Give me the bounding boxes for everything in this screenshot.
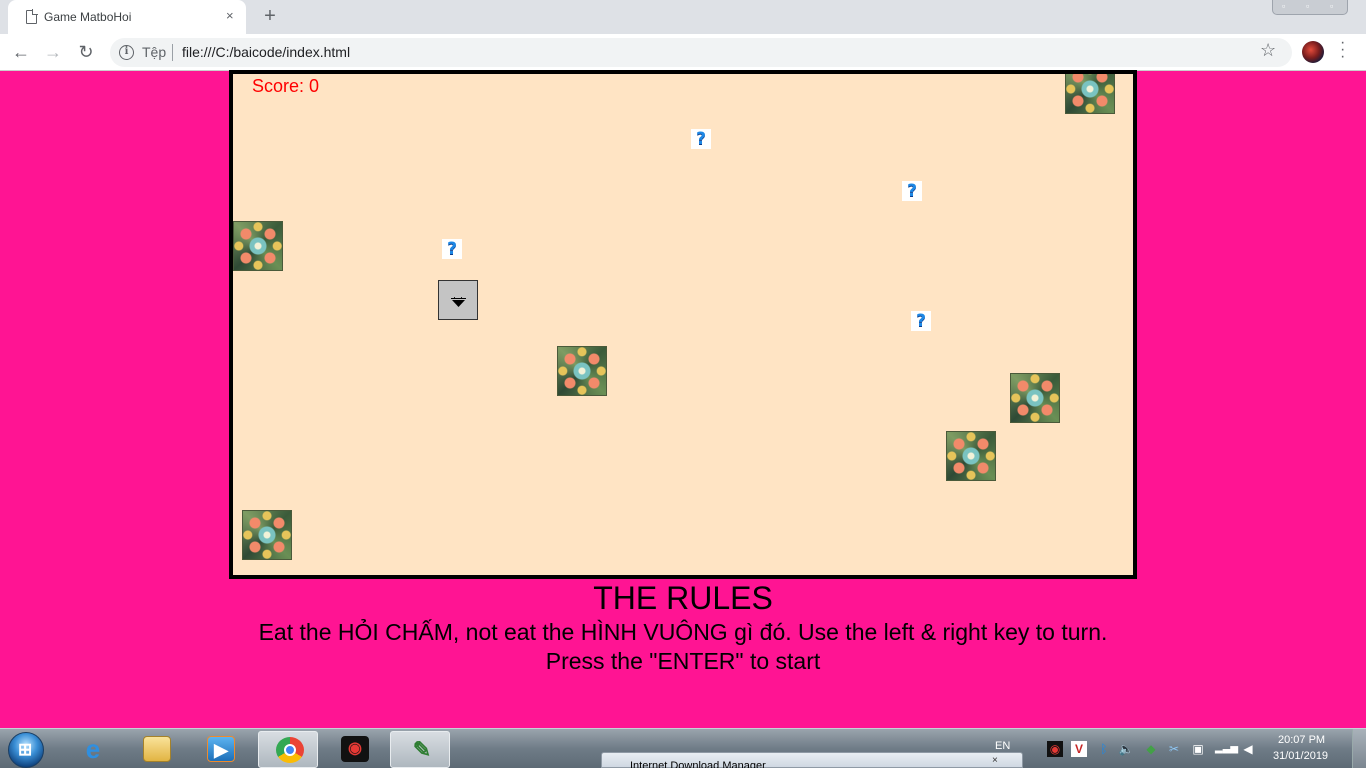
garena-tray-icon[interactable]: ◉ xyxy=(1047,741,1063,757)
game-board[interactable]: Score: 0 ? ? ? ? ·· xyxy=(229,70,1137,579)
usb-icon[interactable]: ▣ xyxy=(1190,741,1206,757)
chrome-icon-center xyxy=(284,744,296,756)
rules-line-2: Press the "ENTER" to start xyxy=(545,648,821,674)
maximize-icon[interactable]: ▫ xyxy=(1306,1,1309,11)
internet-explorer-button[interactable]: e xyxy=(62,731,122,768)
reload-icon[interactable]: ↻ xyxy=(74,40,98,64)
player-character: ·· xyxy=(438,280,478,320)
tools-tray-icon[interactable]: ✂ xyxy=(1166,741,1182,757)
address-bar[interactable]: i Tệp file:///C:/baicode/index.html ☆ xyxy=(110,38,1292,67)
browser-tabstrip: Game MatboHoi × + ▫ ▫ ▫ xyxy=(0,0,1366,34)
question-mark-item: ? xyxy=(442,239,462,259)
speaker-icon[interactable]: 🔈 xyxy=(1118,741,1134,757)
window-controls[interactable]: ▫ ▫ ▫ xyxy=(1272,0,1348,15)
garena-icon: ◉ xyxy=(341,736,369,762)
garena-button[interactable]: ◉ xyxy=(324,731,384,768)
star-icon[interactable]: ☆ xyxy=(1260,40,1276,61)
tool-button[interactable]: ✎ xyxy=(390,731,450,768)
browser-tab[interactable]: Game MatboHoi × xyxy=(8,0,246,34)
browser-toolbar: ← → ↻ i Tệp file:///C:/baicode/index.htm… xyxy=(0,34,1366,71)
question-mark-item: ? xyxy=(691,129,711,149)
file-explorer-button[interactable] xyxy=(126,731,186,768)
close-window-icon[interactable]: ▫ xyxy=(1330,1,1333,11)
origin-chip[interactable]: Tệp xyxy=(142,44,166,60)
volume-icon[interactable]: ◀ xyxy=(1240,741,1256,757)
url-text[interactable]: file:///C:/baicode/index.html xyxy=(182,44,350,60)
antivirus-icon[interactable]: V xyxy=(1071,741,1087,757)
internet-explorer-icon: e xyxy=(85,734,101,764)
forward-icon[interactable]: → xyxy=(41,40,65,64)
tab-title: Game MatboHoi xyxy=(44,10,132,24)
folder-icon xyxy=(143,736,171,762)
idm-notification[interactable]: Internet Download Manager × xyxy=(601,752,1023,768)
back-icon[interactable]: ← xyxy=(9,40,33,64)
score-label: Score: 0 xyxy=(252,76,320,96)
close-icon[interactable]: × xyxy=(226,8,234,24)
question-mark-item: ? xyxy=(902,181,922,201)
square-obstacle xyxy=(946,431,996,481)
show-desktop-button[interactable] xyxy=(1352,729,1366,768)
rules-title: THE RULES xyxy=(593,580,773,616)
rules-line-1: Eat the HỎI CHẤM, not eat the HÌNH VUÔNG… xyxy=(258,619,1108,645)
new-tab-icon[interactable]: + xyxy=(258,5,282,29)
minimize-icon[interactable]: ▫ xyxy=(1282,1,1285,11)
info-icon[interactable]: i xyxy=(119,45,134,60)
menu-icon[interactable]: · · · xyxy=(1340,35,1345,65)
chrome-button[interactable] xyxy=(258,731,318,768)
tool-icon: ✎ xyxy=(412,737,432,762)
square-obstacle xyxy=(233,221,283,271)
media-player-icon: ▶ xyxy=(207,736,235,762)
start-button[interactable]: ⊞ xyxy=(8,732,44,768)
page-icon xyxy=(26,9,38,24)
square-obstacle xyxy=(242,510,292,560)
profile-avatar[interactable] xyxy=(1302,41,1324,63)
square-obstacle xyxy=(1065,74,1115,114)
media-player-button[interactable]: ▶ xyxy=(190,731,250,768)
square-obstacle xyxy=(1010,373,1060,423)
idm-title: Internet Download Manager xyxy=(630,760,766,768)
chrome-icon xyxy=(276,737,304,763)
network-globe-icon[interactable]: ◆ xyxy=(1143,741,1159,757)
question-mark-item: ? xyxy=(911,311,931,331)
player-mouth xyxy=(452,300,465,307)
close-icon[interactable]: × xyxy=(992,755,998,766)
omnibox-divider xyxy=(172,44,173,61)
language-indicator[interactable]: EN xyxy=(995,740,1010,752)
clock-time[interactable]: 20:07 PM xyxy=(1278,734,1325,746)
square-obstacle xyxy=(557,346,607,396)
clock-date[interactable]: 31/01/2019 xyxy=(1273,750,1328,762)
bluetooth-icon[interactable]: ᛒ xyxy=(1096,741,1112,757)
signal-icon[interactable]: ▂▃▅ xyxy=(1215,741,1238,757)
player-lip xyxy=(451,298,466,299)
